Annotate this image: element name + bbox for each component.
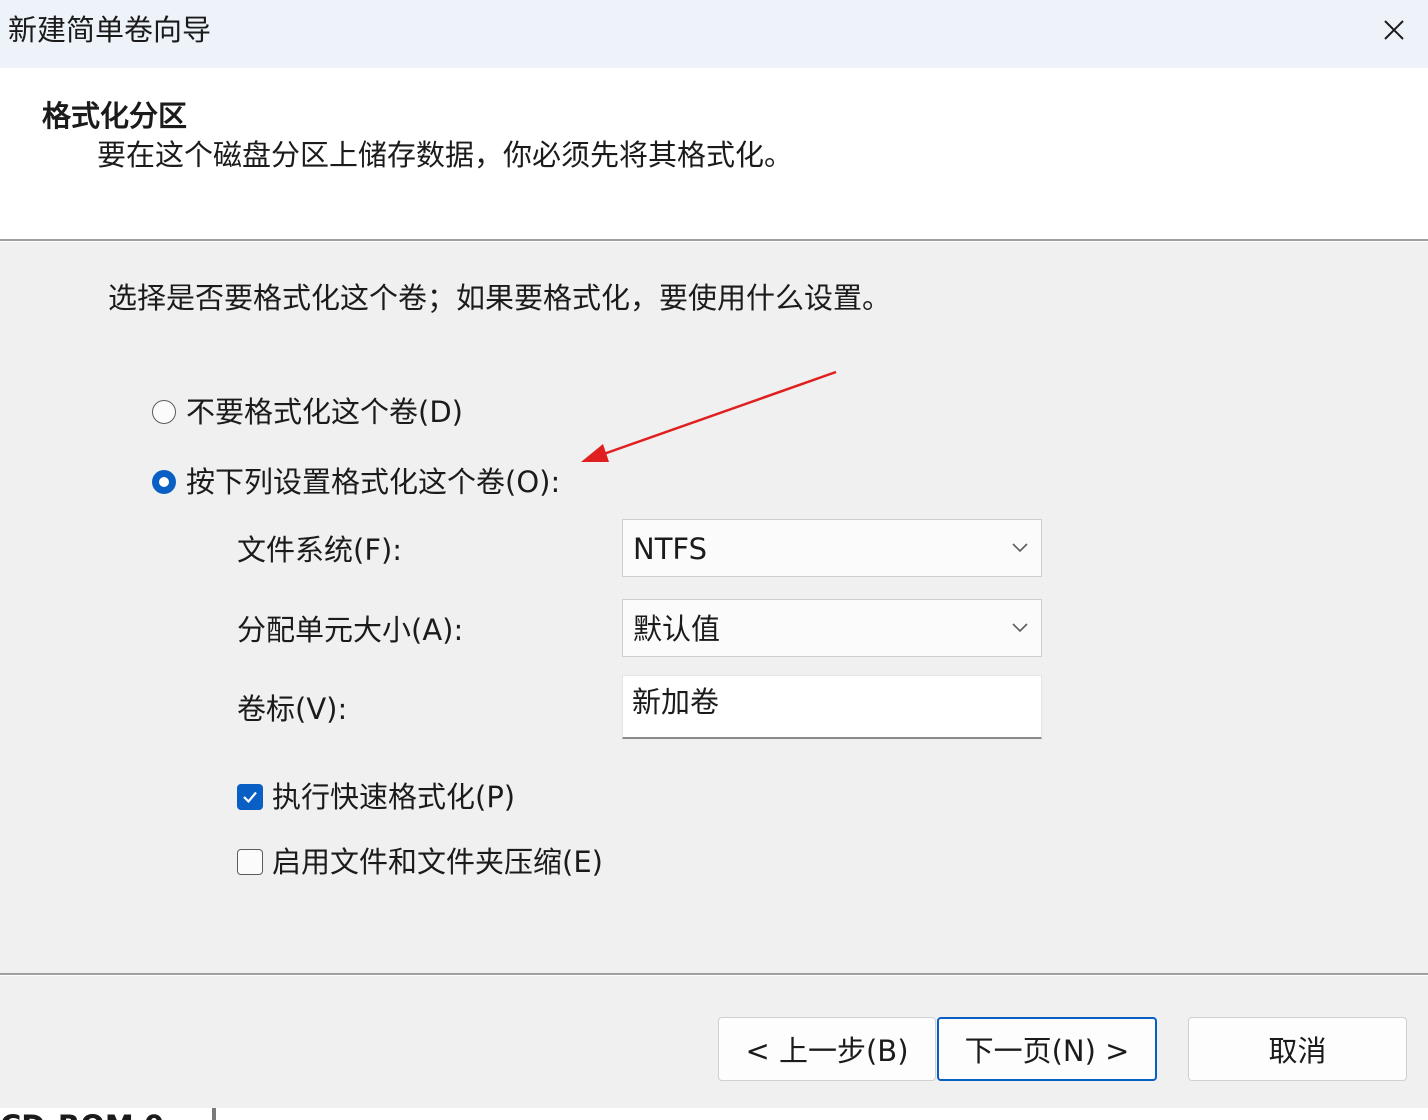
file-system-dropdown[interactable]: NTFS	[622, 519, 1042, 577]
window-title: 新建简单卷向导	[8, 13, 212, 47]
background-window-divider	[212, 1108, 216, 1120]
compression-label: 启用文件和文件夹压缩(E)	[272, 845, 603, 879]
radio-no-format-circle[interactable]	[152, 400, 176, 424]
radio-format-label: 按下列设置格式化这个卷(O):	[186, 465, 561, 499]
close-icon	[1384, 20, 1404, 40]
allocation-unit-dropdown[interactable]: 默认值	[622, 599, 1042, 657]
back-button[interactable]: < 上一步(B)	[718, 1017, 936, 1081]
checkmark-icon	[243, 791, 257, 804]
volume-label-value: 新加卷	[632, 685, 720, 719]
background-window-text: CD-ROM 0	[0, 1108, 164, 1120]
radio-no-format[interactable]: 不要格式化这个卷(D)	[152, 394, 463, 430]
quick-format-checkbox-row[interactable]: 执行快速格式化(P)	[237, 779, 515, 815]
background-window-strip: CD-ROM 0	[0, 1108, 1428, 1120]
file-system-label: 文件系统(F):	[237, 533, 403, 567]
page-subtitle: 要在这个磁盘分区上储存数据，你必须先将其格式化。	[97, 138, 794, 172]
title-bar: 新建简单卷向导	[0, 0, 1428, 68]
allocation-unit-label: 分配单元大小(A):	[237, 613, 464, 647]
quick-format-label: 执行快速格式化(P)	[272, 780, 516, 814]
wizard-window: 新建简单卷向导 格式化分区 要在这个磁盘分区上储存数据，你必须先将其格式化。 选…	[0, 0, 1428, 1120]
next-button[interactable]: 下一页(N) >	[937, 1017, 1157, 1081]
chevron-down-icon	[1012, 623, 1028, 633]
file-system-value: NTFS	[633, 532, 707, 566]
footer-divider	[0, 973, 1428, 976]
allocation-unit-value: 默认值	[633, 612, 721, 646]
cancel-button[interactable]: 取消	[1188, 1017, 1407, 1081]
quick-format-checkbox[interactable]	[237, 784, 263, 810]
radio-no-format-label: 不要格式化这个卷(D)	[186, 395, 463, 429]
compression-checkbox-row[interactable]: 启用文件和文件夹压缩(E)	[237, 844, 603, 880]
page-title: 格式化分区	[42, 99, 188, 133]
compression-checkbox[interactable]	[237, 849, 263, 875]
header-divider	[0, 239, 1428, 242]
radio-format-circle[interactable]	[152, 470, 176, 494]
chevron-down-icon	[1012, 543, 1028, 553]
wizard-header: 格式化分区 要在这个磁盘分区上储存数据，你必须先将其格式化。	[0, 68, 1428, 239]
radio-format[interactable]: 按下列设置格式化这个卷(O):	[152, 464, 560, 500]
close-button[interactable]	[1366, 8, 1422, 52]
volume-label-input[interactable]: 新加卷	[622, 675, 1042, 739]
volume-label-label: 卷标(V):	[237, 692, 348, 726]
instruction-text: 选择是否要格式化这个卷；如果要格式化，要使用什么设置。	[108, 281, 892, 315]
